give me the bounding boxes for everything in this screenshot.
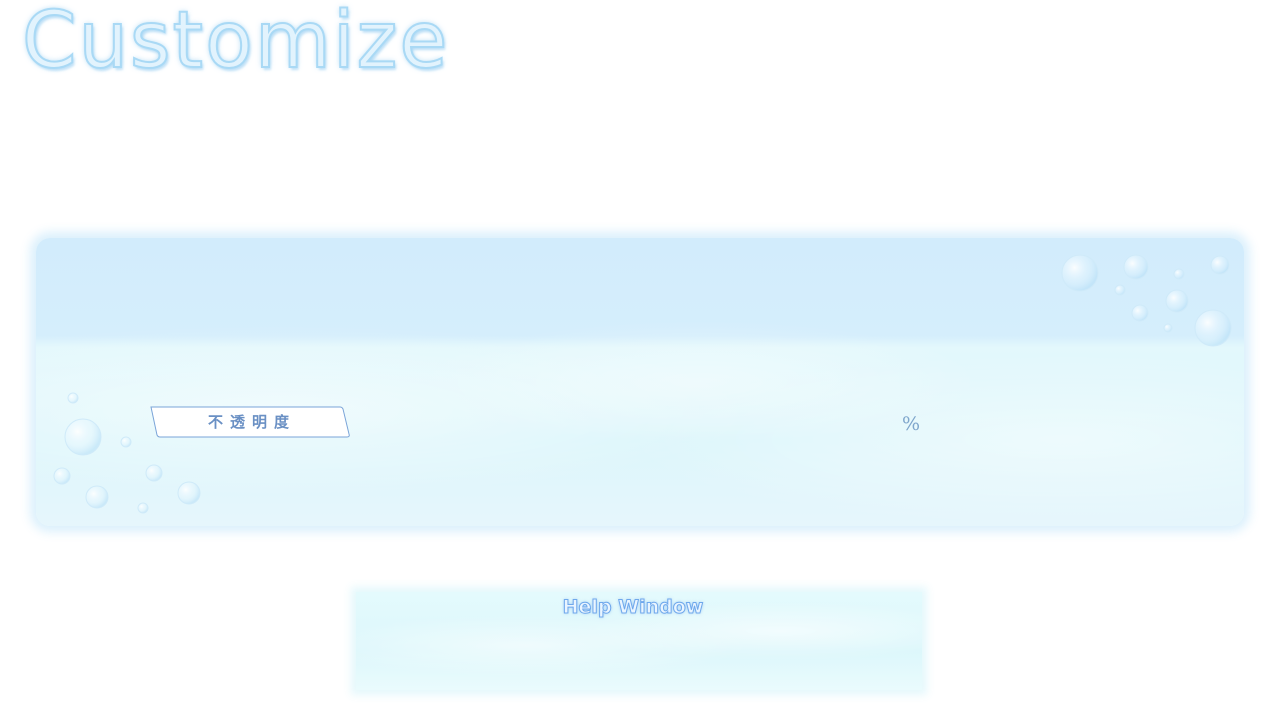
page-title: Customize xyxy=(21,0,450,86)
opacity-unit: % xyxy=(902,413,921,435)
settings-panel xyxy=(36,238,1244,526)
opacity-setting-label[interactable]: 不透明度 xyxy=(150,406,350,438)
opacity-label-text: 不透明度 xyxy=(207,413,296,431)
help-window-title: Help Window xyxy=(562,596,704,619)
